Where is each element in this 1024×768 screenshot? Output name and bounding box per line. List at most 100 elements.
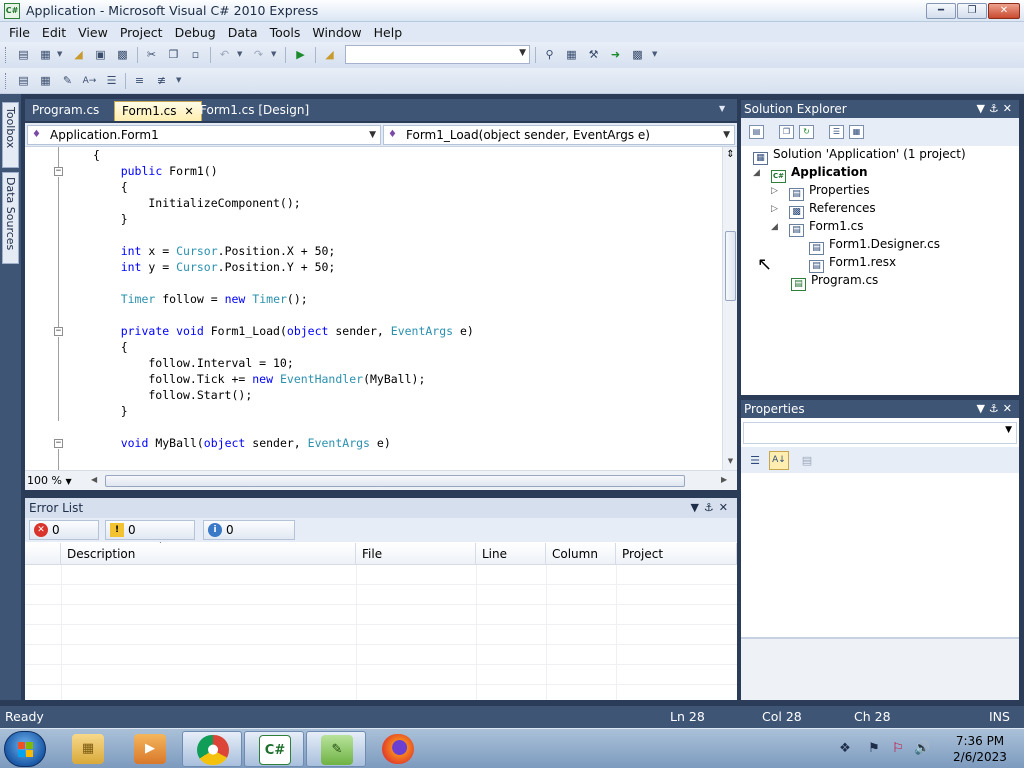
code-line[interactable]: { bbox=[93, 179, 128, 195]
menu-file[interactable]: File bbox=[3, 25, 36, 40]
undo-dropdown-icon[interactable]: ▼ bbox=[237, 51, 243, 58]
menu-tools[interactable]: Tools bbox=[264, 25, 307, 40]
column-header-icon[interactable] bbox=[25, 543, 61, 565]
member-combo[interactable]: ♦ Form1_Load(object sender, EventArgs e)… bbox=[383, 125, 735, 145]
display-members-icon[interactable]: ▤ bbox=[16, 74, 31, 88]
network-tray-icon[interactable]: ❖ bbox=[837, 741, 853, 757]
collapse-icon[interactable]: − bbox=[54, 439, 63, 448]
horizontal-scrollbar-thumb[interactable] bbox=[105, 475, 685, 487]
comment-lines-icon[interactable]: ≡ bbox=[132, 74, 147, 88]
code-line[interactable]: follow.Start(); bbox=[93, 387, 252, 403]
categorized-icon[interactable]: ☰ bbox=[745, 451, 765, 470]
collapse-node-icon[interactable]: ◢ bbox=[771, 222, 778, 232]
code-line[interactable]: void MyBall(object sender, EventArgs e) bbox=[93, 435, 391, 451]
code-line[interactable]: } bbox=[93, 211, 128, 227]
collapse-icon[interactable]: − bbox=[54, 327, 63, 336]
cut-icon[interactable]: ✂ bbox=[144, 48, 159, 62]
collapse-icon[interactable]: − bbox=[54, 167, 63, 176]
taskbar-visual-csharp[interactable]: C# bbox=[244, 731, 304, 767]
code-line[interactable]: follow.Interval = 10; bbox=[93, 355, 293, 371]
messages-filter-button[interactable]: i0 Messages bbox=[203, 520, 295, 555]
menu-debug[interactable]: Debug bbox=[169, 25, 222, 40]
toolbar-options-icon[interactable]: ▼ bbox=[652, 51, 658, 58]
solution-explorer-icon[interactable]: ▦ bbox=[564, 48, 579, 62]
column-header-description[interactable]: Description bbox=[61, 543, 356, 565]
add-item-icon[interactable]: ▦ bbox=[38, 48, 53, 62]
tab-form1-cs[interactable]: Form1.cs ✕ bbox=[114, 101, 202, 121]
references-node[interactable]: ▩ References bbox=[789, 199, 876, 219]
find-in-files-icon[interactable]: ◢ bbox=[322, 48, 337, 62]
close-button[interactable]: ✕ bbox=[988, 3, 1020, 19]
split-handle-icon[interactable]: ⇕ bbox=[725, 149, 736, 161]
chevron-down-icon[interactable]: ▼ bbox=[723, 126, 730, 144]
toolbox-tab[interactable]: Toolbox bbox=[2, 102, 19, 168]
start-button[interactable] bbox=[4, 731, 46, 767]
save-icon[interactable]: ▣ bbox=[93, 48, 108, 62]
code-line[interactable]: { bbox=[93, 147, 100, 163]
clock[interactable]: 7:36 PM 2/6/2023 bbox=[940, 733, 1020, 765]
taskbar-notepad-plus[interactable]: ✎ bbox=[306, 731, 366, 767]
zoom-combo[interactable]: 100 % ▼ bbox=[27, 474, 87, 488]
minimize-button[interactable]: ━ bbox=[926, 3, 956, 19]
add-item-dropdown-icon[interactable]: ▼ bbox=[57, 51, 63, 58]
column-header-column[interactable]: Column bbox=[546, 543, 616, 565]
alphabetical-icon[interactable]: A↓ bbox=[769, 451, 789, 470]
action-center-icon[interactable]: ⚑ bbox=[866, 741, 882, 757]
code-line[interactable]: { bbox=[93, 339, 128, 355]
tab-program-cs[interactable]: Program.cs bbox=[25, 101, 106, 121]
save-all-icon[interactable]: ▩ bbox=[115, 48, 130, 62]
column-header-line[interactable]: Line bbox=[476, 543, 546, 565]
active-files-dropdown-icon[interactable]: ▼ bbox=[719, 105, 727, 113]
code-line[interactable]: private void Form1_Load(object sender, E… bbox=[93, 323, 474, 339]
outdent-icon[interactable]: ☰ bbox=[104, 74, 119, 88]
toolbar-grip[interactable] bbox=[5, 47, 8, 63]
code-editor[interactable]: − − − { public Form1() { InitializeCompo… bbox=[25, 147, 722, 470]
code-line[interactable]: } bbox=[93, 403, 128, 419]
find-combo[interactable]: ▼ bbox=[345, 45, 530, 64]
view-designer-icon[interactable]: ▦ bbox=[849, 125, 864, 139]
chevron-down-icon[interactable]: ▼ bbox=[519, 48, 526, 58]
class-combo[interactable]: ♦ Application.Form1 ▼ bbox=[27, 125, 381, 145]
close-icon[interactable]: ✕ bbox=[1003, 402, 1016, 415]
project-node[interactable]: C# Application bbox=[771, 163, 868, 183]
warnings-filter-button[interactable]: !0 Warnings bbox=[105, 520, 195, 555]
data-sources-tab[interactable]: Data Sources bbox=[2, 172, 19, 264]
taskbar-explorer[interactable]: ▦ bbox=[58, 731, 118, 767]
restore-button[interactable]: ❐ bbox=[957, 3, 987, 19]
taskbar-firefox[interactable] bbox=[368, 731, 428, 767]
chevron-down-icon[interactable]: ▼ bbox=[65, 477, 71, 486]
volume-icon[interactable]: 🔊 bbox=[914, 741, 930, 757]
code-line[interactable]: Timer follow = new Timer(); bbox=[93, 291, 308, 307]
program-cs-node[interactable]: ▤ Program.cs bbox=[791, 271, 878, 291]
expand-node-icon[interactable]: ▷ bbox=[771, 204, 778, 214]
chevron-down-icon[interactable]: ▼ bbox=[1005, 425, 1012, 435]
object-browser-icon[interactable]: ➜ bbox=[608, 48, 623, 62]
collapse-node-icon[interactable]: ◢ bbox=[753, 168, 760, 178]
dropdown-icon[interactable]: ▼ bbox=[976, 102, 988, 115]
redo-dropdown-icon[interactable]: ▼ bbox=[271, 51, 277, 58]
code-line[interactable]: follow.Tick += new EventHandler(MyBall); bbox=[93, 371, 425, 387]
scrollbar-thumb[interactable] bbox=[725, 231, 736, 301]
parameter-info-icon[interactable]: ▦ bbox=[38, 74, 53, 88]
find-icon[interactable]: ⚲ bbox=[542, 48, 557, 62]
undo-icon[interactable]: ↶ bbox=[217, 48, 232, 62]
errors-filter-button[interactable]: ✕0 Errors bbox=[29, 520, 99, 555]
refresh-icon[interactable]: ↻ bbox=[799, 125, 814, 139]
code-line[interactable]: int x = Cursor.Position.X + 50; bbox=[93, 243, 336, 259]
complete-word-icon[interactable]: A→ bbox=[82, 74, 97, 88]
menu-data[interactable]: Data bbox=[222, 25, 264, 40]
toolbar-options-icon[interactable]: ▼ bbox=[176, 77, 182, 84]
scroll-down-icon[interactable]: ▼ bbox=[725, 457, 736, 465]
menu-help[interactable]: Help bbox=[368, 25, 409, 40]
toolbar-grip[interactable] bbox=[5, 73, 8, 89]
solution-node[interactable]: ▦ Solution 'Application' (1 project) bbox=[753, 145, 966, 165]
expand-node-icon[interactable]: ▷ bbox=[771, 186, 778, 196]
flag-tray-icon[interactable]: ⚐ bbox=[890, 741, 906, 757]
taskbar-media-player[interactable]: ▶ bbox=[120, 731, 180, 767]
pin-icon[interactable]: ⚓ bbox=[704, 501, 719, 514]
chevron-down-icon[interactable]: ▼ bbox=[369, 126, 376, 144]
column-header-project[interactable]: Project bbox=[616, 543, 737, 565]
editor-vertical-scrollbar[interactable]: ⇕ ▼ bbox=[722, 147, 737, 470]
form1-cs-node[interactable]: ▤ Form1.cs bbox=[789, 217, 864, 237]
show-all-files-icon[interactable]: ❐ bbox=[779, 125, 794, 139]
